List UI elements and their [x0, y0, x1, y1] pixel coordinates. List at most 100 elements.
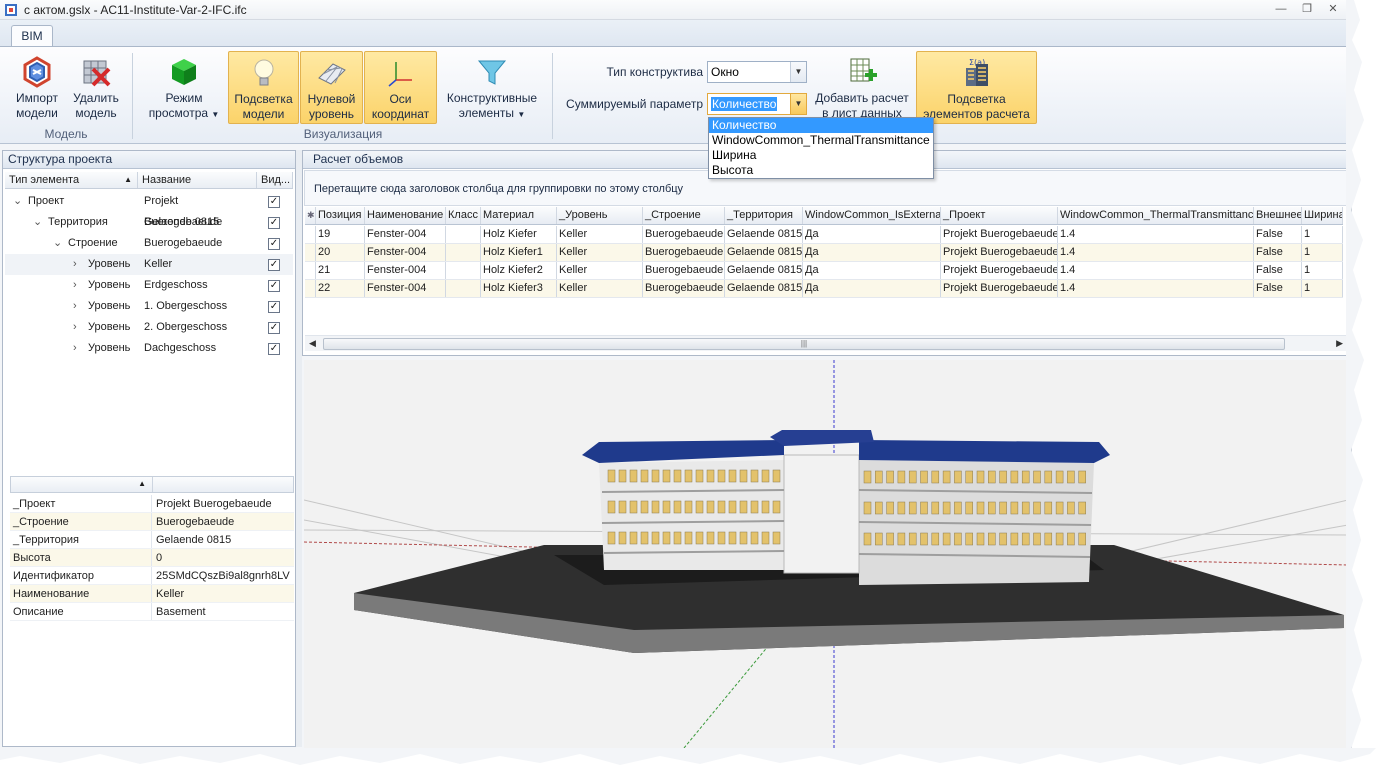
column-header[interactable]: _Проект [941, 207, 1058, 224]
dropdown-option[interactable]: WindowCommon_ThermalTransmittance [709, 133, 933, 148]
group-separator [132, 53, 133, 139]
column-header[interactable]: Материал [481, 207, 557, 224]
scroll-thumb[interactable]: ||| [323, 338, 1285, 350]
expand-toggle-icon[interactable]: ⌄ [53, 233, 62, 254]
expand-toggle-icon[interactable]: › [73, 338, 77, 359]
table-cell: Buerogebaeude [643, 280, 725, 297]
view-mode-button[interactable]: Режим просмотра ▼ [146, 51, 222, 124]
property-row[interactable]: Идентификатор 25SMdCQszBi9al8gnrh8LV [10, 567, 294, 585]
expand-toggle-icon[interactable]: › [73, 317, 77, 338]
sum-param-combo[interactable]: Количество ▼ [707, 93, 807, 115]
chevron-down-icon[interactable]: ▼ [790, 62, 806, 82]
scroll-right-icon[interactable]: ▶ [1336, 338, 1343, 349]
scroll-left-icon[interactable]: ◀ [309, 338, 316, 349]
axes-icon [388, 62, 412, 87]
table-row[interactable]: 22 Fenster-004 Holz Kiefer3 Keller Buerogeba… [305, 280, 1343, 298]
column-header-name[interactable]: Название [138, 172, 257, 188]
visibility-checkbox[interactable]: ✓ [268, 196, 280, 208]
chevron-down-icon[interactable]: ▼ [790, 94, 806, 114]
minimize-icon[interactable]: — [1273, 2, 1289, 16]
visibility-checkbox[interactable]: ✓ [268, 343, 280, 355]
expand-toggle-icon[interactable]: ⌄ [33, 212, 42, 233]
visibility-checkbox[interactable]: ✓ [268, 259, 280, 271]
expand-toggle-icon[interactable]: › [73, 275, 77, 296]
delete-model-button[interactable]: Удалить модель [68, 51, 124, 124]
expand-toggle-icon[interactable]: › [73, 254, 77, 275]
dropdown-option[interactable]: Высота [709, 163, 933, 178]
sort-asc-icon: ▲ [138, 479, 146, 488]
add-calc-label: Добавить расчет в лист данных [815, 91, 909, 120]
visibility-checkbox[interactable]: ✓ [268, 322, 280, 334]
tree-row[interactable]: ⌄ Строение Buerogebaeude ✓ [5, 233, 293, 254]
property-row[interactable]: _Строение Buerogebaeude [10, 513, 294, 531]
highlight-model-button[interactable]: Подсветка модели [228, 51, 299, 124]
table-row[interactable]: 19 Fenster-004 Holz Kiefer Keller Buerogebae… [305, 226, 1343, 244]
visibility-checkbox[interactable]: ✓ [268, 301, 280, 313]
zero-level-button[interactable]: Нулевой уровень [300, 51, 363, 124]
row-selector[interactable] [305, 280, 316, 297]
tree-row[interactable]: › Уровень Keller ✓ [5, 254, 293, 275]
column-header-type[interactable]: Тип элемента ▲ [5, 172, 138, 188]
dropdown-option[interactable]: Ширина [709, 148, 933, 163]
property-row[interactable]: Высота 0 [10, 549, 294, 567]
row-selector[interactable] [305, 262, 316, 279]
property-row[interactable]: Наименование Keller [10, 585, 294, 603]
properties-value-header[interactable] [153, 477, 293, 492]
tree-row[interactable]: › Уровень Erdgeschoss ✓ [5, 275, 293, 296]
dropdown-option[interactable]: Количество [709, 118, 933, 133]
import-model-button[interactable]: Импорт модели [8, 51, 66, 124]
sum-param-dropdown[interactable]: Количество WindowCommon_ThermalTransmitt… [708, 117, 934, 179]
element-type-label: Уровень [88, 258, 131, 270]
construct-type-combo[interactable]: Окно ▼ [707, 61, 807, 83]
column-header[interactable]: _Строение [643, 207, 725, 224]
visibility-checkbox[interactable]: ✓ [268, 238, 280, 250]
table-row[interactable]: 21 Fenster-004 Holz Kiefer2 Keller Buerogeba… [305, 262, 1343, 280]
column-header[interactable]: _Территория [725, 207, 803, 224]
column-header[interactable]: Наименование [365, 207, 446, 224]
table-cell: Holz Kiefer [481, 226, 557, 243]
column-header[interactable]: Класс [446, 207, 481, 224]
property-row[interactable]: _Проект Projekt Buerogebaeude [10, 495, 294, 513]
tree-row[interactable]: › Уровень 1. Obergeschoss ✓ [5, 296, 293, 317]
column-header[interactable]: WindowCommon_IsExternal [803, 207, 941, 224]
close-icon[interactable]: ✕ [1325, 2, 1341, 16]
tree-row[interactable]: ⌄ Территория Gelaende 0815 ✓ [5, 212, 293, 233]
light-bulb-icon [254, 59, 273, 86]
chevron-down-icon: ▼ [211, 110, 220, 119]
property-row[interactable]: Описание Basement [10, 603, 294, 621]
axes-button[interactable]: Оси координат [364, 51, 437, 124]
add-calc-button[interactable]: Добавить расчет в лист данных [812, 51, 912, 124]
tree-row[interactable]: › Уровень Dachgeschoss ✓ [5, 338, 293, 359]
tree-row[interactable]: ⌄ Проект Projekt Buerogebaeude ✓ [5, 191, 293, 228]
column-header[interactable]: Позиция [316, 207, 365, 224]
properties-column-header[interactable]: ▲ [11, 477, 153, 492]
visibility-checkbox[interactable]: ✓ [268, 217, 280, 229]
tab-bim[interactable]: BIM [11, 25, 53, 47]
table-cell: 19 [316, 226, 365, 243]
tree-cell-type: ⌄ Строение [5, 233, 140, 254]
column-header[interactable]: Внешнее [1254, 207, 1302, 224]
restore-icon[interactable]: ❐ [1299, 2, 1315, 16]
expand-toggle-icon[interactable]: › [73, 296, 77, 317]
tree-row[interactable]: › Уровень 2. Obergeschoss ✓ [5, 317, 293, 338]
column-header[interactable]: _Уровень [557, 207, 643, 224]
3d-viewport[interactable] [304, 360, 1348, 748]
column-header-visible[interactable]: Вид... [257, 172, 293, 188]
property-row[interactable]: _Территория Gelaende 0815 [10, 531, 294, 549]
visibility-checkbox[interactable]: ✓ [268, 280, 280, 292]
construct-elements-button[interactable]: Конструктивные элементы ▼ [444, 51, 540, 124]
element-type-label: Территория [48, 216, 108, 228]
row-selector[interactable] [305, 226, 316, 243]
expand-toggle-icon[interactable]: ⌄ [13, 191, 22, 212]
table-cell [446, 226, 481, 243]
horizontal-scrollbar[interactable]: ◀ ||| ▶ [305, 335, 1347, 351]
table-cell: 1.4 [1058, 280, 1254, 297]
column-header[interactable]: Ширина [1302, 207, 1343, 224]
table-row[interactable]: 20 Fenster-004 Holz Kiefer1 Keller Buerogeba… [305, 244, 1343, 262]
table-cell: Holz Kiefer1 [481, 244, 557, 261]
visibility-cell: ✓ [258, 233, 293, 254]
column-header[interactable]: WindowCommon_ThermalTransmittance [1058, 207, 1254, 224]
table-cell: False [1254, 244, 1302, 261]
highlight-calc-button[interactable]: Σ(a) Подсветка элементов расчета [916, 51, 1037, 124]
row-selector[interactable] [305, 244, 316, 261]
